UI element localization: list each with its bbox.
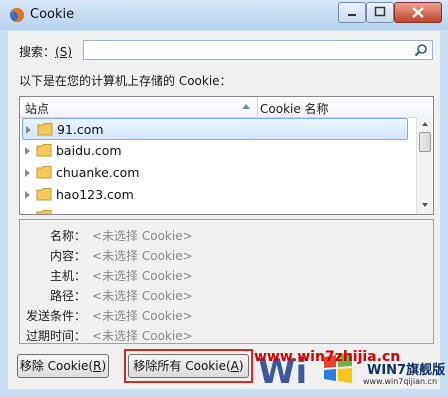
- sort-ascending-icon: [242, 104, 250, 109]
- expand-twisty-icon[interactable]: [25, 147, 30, 155]
- tree-row-site: 91.com: [57, 122, 104, 137]
- cookie-list-intro: 以下是在您的计算机上存储的 Cookie：: [19, 74, 232, 88]
- tree-row-site: hao123.com: [56, 187, 134, 202]
- expand-twisty-icon[interactable]: [25, 169, 30, 177]
- tree-row-baidu-com[interactable]: baidu.com: [22, 140, 408, 162]
- window-title: Cookie: [30, 7, 75, 22]
- search-icon[interactable]: [414, 43, 428, 57]
- detail-key-path: 路径：: [49, 289, 86, 303]
- detail-key-expires: 过期时间：: [25, 329, 86, 343]
- remove-cookie-button[interactable]: 移除 Cookie(R): [17, 354, 109, 378]
- tree-row-chuanke-com[interactable]: chuanke.com: [22, 162, 408, 184]
- detail-value-content: <未选择 Cookie>: [92, 249, 193, 263]
- detail-value-name: <未选择 Cookie>: [92, 229, 193, 243]
- vertical-scrollbar[interactable]: [416, 117, 433, 214]
- tree-row-site: baidu.com: [56, 143, 122, 158]
- expand-twisty-icon[interactable]: [25, 191, 30, 199]
- detail-value-send-for: <未选择 Cookie>: [92, 309, 193, 323]
- scrollbar-thumb[interactable]: [419, 132, 431, 152]
- detail-key-content: 内容：: [49, 249, 86, 263]
- cookie-details-panel: 名称： <未选择 Cookie> 内容： <未选择 Cookie> 主机： <未…: [19, 219, 434, 344]
- tree-header: 站点 Cookie 名称: [20, 97, 433, 118]
- watermark-brand: WIN7旗舰版: [367, 363, 446, 378]
- close-button[interactable]: [394, 2, 442, 23]
- remove-cookie-suffix: ): [101, 359, 107, 373]
- remove-all-accel: A: [230, 359, 239, 373]
- dialog-body: 搜索：(S) 以下是在您的计算机上存储的 Cookie： 站点 Cookie 名…: [8, 31, 445, 389]
- scroll-up-icon[interactable]: [422, 122, 428, 126]
- detail-value-expires: <未选择 Cookie>: [92, 329, 193, 343]
- folder-icon: [37, 123, 53, 136]
- column-separator: [257, 97, 258, 117]
- search-label-text: 搜索：: [19, 45, 56, 59]
- search-input[interactable]: [83, 40, 433, 60]
- detail-value-path: <未选择 Cookie>: [92, 289, 193, 303]
- maximize-button[interactable]: [366, 2, 394, 23]
- expand-twisty-icon[interactable]: [26, 126, 31, 134]
- tree-row-hao123-com[interactable]: hao123.com: [22, 184, 408, 206]
- folder-icon: [36, 144, 52, 157]
- tree-row-site: chuanke.com: [56, 165, 140, 180]
- remove-all-label: 移除所有 Cookie(: [133, 359, 231, 373]
- scroll-down-icon[interactable]: [422, 203, 428, 207]
- minimize-icon: [348, 14, 356, 16]
- cookie-window: Cookie 搜索：(S) 以下是在您的计算机上存储的 Cookie： 站点 C…: [0, 0, 448, 397]
- search-accel: (S): [55, 45, 72, 59]
- remove-cookie-label: 移除 Cookie(: [19, 359, 94, 373]
- watermark-sub-url: www.win7qijian.cn: [363, 377, 438, 386]
- column-header-site[interactable]: 站点: [25, 100, 49, 117]
- detail-key-host: 主机：: [49, 269, 86, 283]
- title-bar[interactable]: Cookie: [0, 0, 448, 30]
- remove-all-suffix: ): [238, 359, 244, 373]
- maximize-icon: [374, 6, 386, 17]
- close-icon: [412, 7, 424, 18]
- search-label: 搜索：(S): [19, 43, 72, 60]
- remove-all-cookies-button[interactable]: 移除所有 Cookie(A): [128, 354, 249, 378]
- tree-row-partial[interactable]: [22, 206, 408, 214]
- firefox-icon: [10, 8, 24, 22]
- folder-icon: [36, 210, 52, 214]
- folder-icon: [36, 188, 52, 201]
- tree-row-91-com[interactable]: 91.com: [22, 118, 408, 140]
- detail-key-name: 名称：: [49, 229, 86, 243]
- minimize-button[interactable]: [338, 2, 366, 23]
- cookie-tree[interactable]: 站点 Cookie 名称 91.com baidu.com chuanke.co…: [19, 96, 434, 215]
- detail-value-host: <未选择 Cookie>: [92, 269, 193, 283]
- folder-icon: [36, 166, 52, 179]
- column-header-cookie-name[interactable]: Cookie 名称: [260, 100, 329, 117]
- detail-key-send-for: 发送条件：: [25, 309, 86, 323]
